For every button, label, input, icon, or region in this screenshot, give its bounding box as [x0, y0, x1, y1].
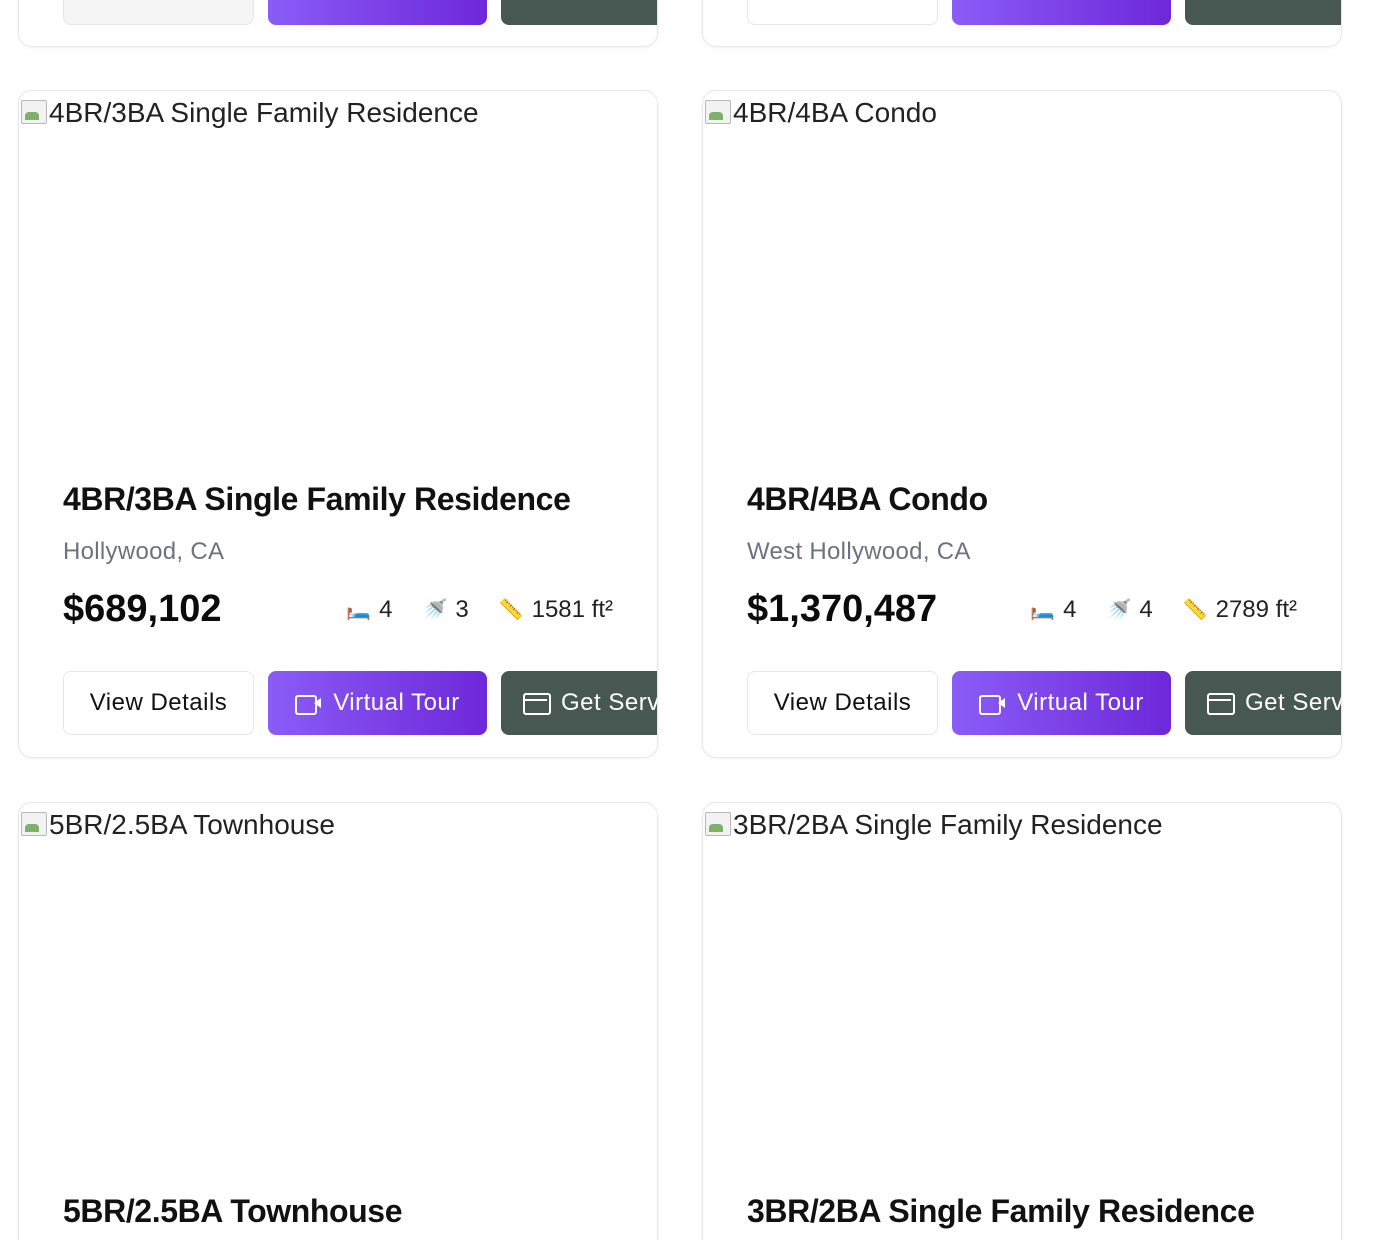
bed-icon: 🛏️	[1030, 599, 1056, 621]
view-details-button[interactable]	[63, 0, 254, 25]
listing-card[interactable]: 4BR/3BA Single Family Residence 4BR/3BA …	[18, 90, 658, 758]
listing-body: 4BR/4BA Condo West Hollywood, CA $1,370,…	[747, 481, 1341, 631]
virtual-tour-button[interactable]	[952, 0, 1171, 25]
view-details-button[interactable]: View Details	[63, 671, 254, 735]
listing-card[interactable]: 4BR/4BA Condo 4BR/4BA Condo West Hollywo…	[702, 90, 1342, 758]
spec-baths: 🚿 3	[422, 596, 468, 624]
virtual-tour-button[interactable]: Virtual Tour	[268, 671, 487, 735]
get-service-button[interactable]: Get Serv	[1185, 671, 1342, 735]
listing-specs: 🛏️ 4 🚿 4 📏 2789 ft²	[1030, 596, 1297, 624]
listing-body: 3BR/2BA Single Family Residence	[747, 1193, 1341, 1230]
video-icon	[295, 693, 323, 715]
beds-count: 4	[1063, 595, 1077, 623]
baths-count: 3	[455, 595, 469, 623]
spec-beds: 🛏️ 4	[1030, 596, 1076, 624]
virtual-tour-label: Virtual Tour	[333, 689, 460, 716]
shower-icon: 🚿	[1106, 599, 1132, 621]
beds-count: 4	[379, 595, 393, 623]
image-alt-text: 3BR/2BA Single Family Residence	[733, 809, 1163, 840]
listing-title[interactable]: 4BR/4BA Condo	[747, 481, 1341, 518]
image-alt-text: 4BR/4BA Condo	[733, 97, 937, 128]
broken-image: 3BR/2BA Single Family Residence	[703, 809, 1163, 841]
spec-beds: 🛏️ 4	[346, 596, 392, 624]
bed-icon: 🛏️	[346, 599, 372, 621]
listing-body: 4BR/3BA Single Family Residence Hollywoo…	[63, 481, 657, 631]
get-service-label: Get Serv	[561, 689, 658, 716]
listing-body: 5BR/2.5BA Townhouse	[63, 1193, 657, 1230]
baths-count: 4	[1139, 595, 1153, 623]
credit-card-icon	[523, 693, 551, 715]
image-alt-text: 4BR/3BA Single Family Residence	[49, 97, 479, 128]
broken-image-icon	[703, 810, 733, 840]
credit-card-icon	[1207, 693, 1235, 715]
spec-baths: 🚿 4	[1106, 596, 1152, 624]
virtual-tour-button[interactable]: Virtual Tour	[952, 671, 1171, 735]
image-alt-text: 5BR/2.5BA Townhouse	[49, 809, 335, 840]
get-service-button[interactable]	[1185, 0, 1341, 25]
listing-specs: 🛏️ 4 🚿 3 📏 1581 ft²	[346, 596, 613, 624]
virtual-tour-label: Virtual Tour	[1017, 689, 1144, 716]
ruler-icon: 📏	[498, 599, 524, 621]
view-details-button[interactable]	[747, 0, 938, 25]
listings-grid: 4BR/3BA Single Family Residence 4BR/3BA …	[0, 0, 1374, 1240]
listing-card[interactable]: 5BR/2.5BA Townhouse 5BR/2.5BA Townhouse	[18, 802, 658, 1240]
listing-image[interactable]: 3BR/2BA Single Family Residence	[703, 803, 1341, 1173]
listing-price: $1,370,487	[747, 588, 938, 630]
price-row: $689,102 🛏️ 4 🚿 3 📏 1581 ft²	[63, 588, 657, 631]
broken-image: 4BR/3BA Single Family Residence	[19, 97, 479, 129]
shower-icon: 🚿	[422, 599, 448, 621]
listing-location: Hollywood, CA	[63, 538, 225, 565]
broken-image: 4BR/4BA Condo	[703, 97, 937, 129]
card-actions	[63, 0, 657, 25]
price-row: $1,370,487 🛏️ 4 🚿 4 📏 2789 ft²	[747, 588, 1341, 631]
listing-title[interactable]: 4BR/3BA Single Family Residence	[63, 481, 657, 518]
get-service-button[interactable]: Get Serv	[501, 671, 658, 735]
video-icon	[979, 693, 1007, 715]
get-service-button[interactable]	[501, 0, 657, 25]
get-service-label: Get Serv	[1245, 689, 1342, 716]
card-actions: View Details Virtual Tour Get Serv	[63, 671, 658, 735]
spec-sqft: 📏 1581 ft²	[499, 596, 613, 624]
broken-image-icon	[19, 98, 49, 128]
listing-price: $689,102	[63, 588, 222, 630]
virtual-tour-button[interactable]	[268, 0, 487, 25]
listing-title[interactable]: 3BR/2BA Single Family Residence	[747, 1193, 1341, 1230]
broken-image-icon	[19, 810, 49, 840]
card-actions: View Details Virtual Tour Get Serv	[747, 671, 1342, 735]
ruler-icon: 📏	[1182, 599, 1208, 621]
listing-image[interactable]: 5BR/2.5BA Townhouse	[19, 803, 657, 1173]
card-actions	[747, 0, 1341, 25]
listing-image[interactable]: 4BR/4BA Condo	[703, 91, 1341, 461]
listing-title[interactable]: 5BR/2.5BA Townhouse	[63, 1193, 657, 1230]
listing-location: West Hollywood, CA	[747, 538, 971, 565]
sqft-value: 2789 ft²	[1215, 595, 1297, 623]
listing-card-partial	[702, 0, 1342, 47]
listing-card-partial	[18, 0, 658, 47]
view-details-button[interactable]: View Details	[747, 671, 938, 735]
sqft-value: 1581 ft²	[531, 595, 613, 623]
listing-card[interactable]: 3BR/2BA Single Family Residence 3BR/2BA …	[702, 802, 1342, 1240]
broken-image: 5BR/2.5BA Townhouse	[19, 809, 335, 841]
spec-sqft: 📏 2789 ft²	[1183, 596, 1297, 624]
broken-image-icon	[703, 98, 733, 128]
listing-image[interactable]: 4BR/3BA Single Family Residence	[19, 91, 657, 461]
